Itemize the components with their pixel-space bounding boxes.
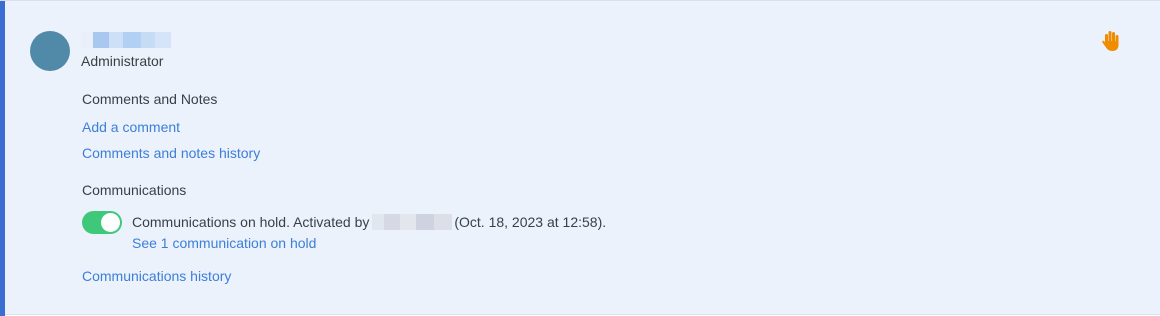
communications-section-title: Communications [82, 182, 187, 198]
communications-status: Communications on hold. Activated by (Oc… [132, 214, 606, 230]
add-comment-link[interactable]: Add a comment [82, 119, 180, 135]
communications-history-link[interactable]: Communications history [82, 268, 231, 284]
comments-history-link[interactable]: Comments and notes history [82, 145, 260, 161]
status-prefix: Communications on hold. Activated by [132, 214, 370, 230]
comments-section-title: Comments and Notes [82, 91, 218, 107]
see-communication-on-hold-link[interactable]: See 1 communication on hold [132, 235, 316, 251]
activated-by-redacted [372, 214, 453, 230]
accent-bar [0, 1, 5, 316]
user-card: Administrator Comments and Notes Add a c… [0, 0, 1160, 316]
toggle-knob [101, 213, 120, 232]
avatar [30, 31, 70, 71]
status-suffix: (Oct. 18, 2023 at 12:58). [454, 214, 607, 230]
user-name-redacted [81, 32, 171, 48]
user-role: Administrator [81, 53, 164, 69]
communications-hold-toggle[interactable] [82, 211, 122, 234]
raised-hand-icon [1100, 29, 1122, 53]
